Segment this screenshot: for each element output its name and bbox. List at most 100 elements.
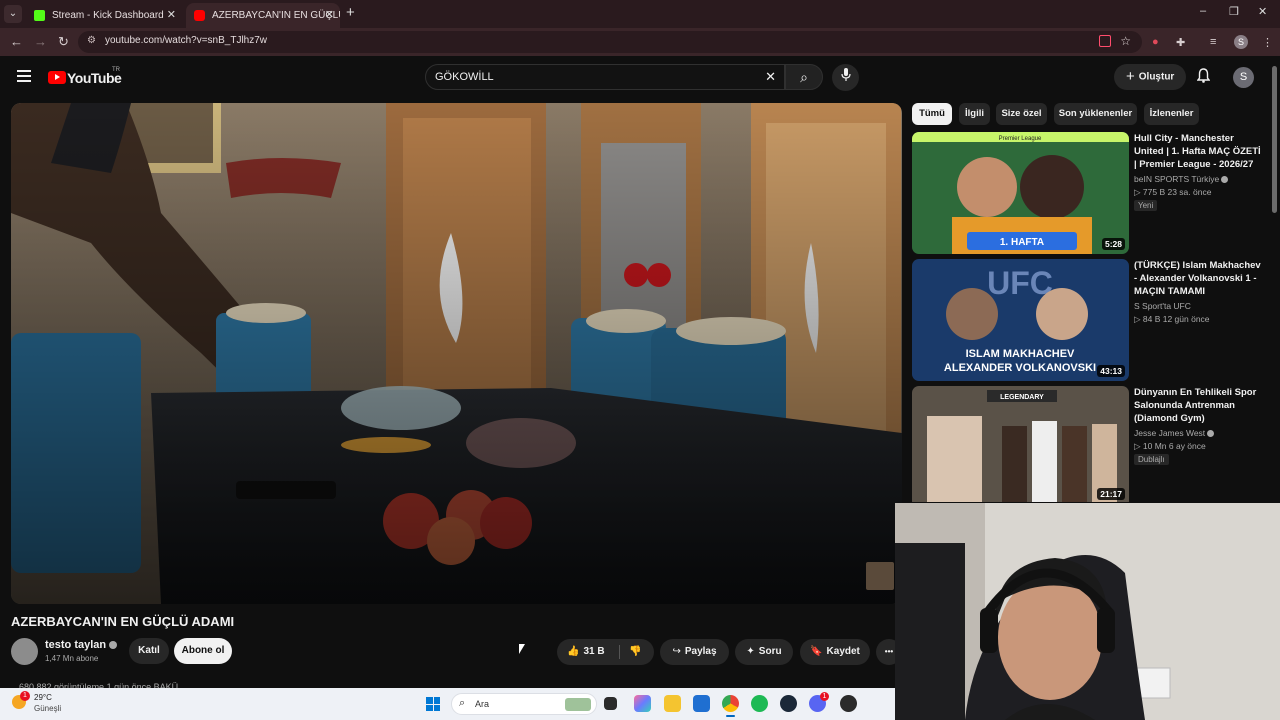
- file-explorer-icon[interactable]: [664, 695, 681, 712]
- tab-youtube-video[interactable]: AZERBAYCAN'IN EN GÜÇLÜ AD ✕: [186, 3, 340, 28]
- rec-meta: ▷ 84 B 12 gün önce: [1134, 314, 1210, 324]
- new-badge: Yeni: [1134, 200, 1158, 211]
- weather-description[interactable]: Güneşli: [34, 704, 61, 713]
- picture-in-picture-icon[interactable]: [1099, 35, 1111, 47]
- recommendation-item[interactable]: UFC ISLAM MAKHACHEV ALEXANDER VOLKANOVSK…: [912, 259, 1272, 381]
- like-divider: [619, 645, 620, 659]
- rec-channel[interactable]: Jesse James West: [1134, 428, 1215, 438]
- search-query[interactable]: GÖKOWİLL: [435, 71, 494, 83]
- microphone-icon: [840, 68, 851, 81]
- chip-all[interactable]: Tümü: [912, 103, 952, 125]
- windows-start-icon[interactable]: [426, 697, 440, 711]
- tab-search-chevron-icon[interactable]: ⌄: [4, 5, 22, 23]
- copilot-icon[interactable]: [634, 695, 651, 712]
- microsoft-store-icon[interactable]: [693, 695, 710, 712]
- tab-title: AZERBAYCAN'IN EN GÜÇLÜ AD: [212, 10, 340, 21]
- browser-menu-icon[interactable]: ⋮: [1262, 36, 1273, 49]
- rec-title[interactable]: (TÜRKÇE) Islam Makhachev - Alexander Vol…: [1134, 259, 1264, 298]
- thumbs-up-icon: 👍: [567, 646, 580, 657]
- spotify-icon[interactable]: [751, 695, 768, 712]
- subscribe-button[interactable]: Abone ol: [174, 638, 232, 664]
- search-input[interactable]: GÖKOWİLL ✕: [425, 64, 785, 90]
- site-info-icon[interactable]: ⚙: [87, 35, 96, 46]
- reload-icon[interactable]: ↻: [58, 34, 69, 50]
- kick-favicon-icon: [34, 10, 45, 21]
- share-button[interactable]: ↪ Paylaş: [660, 639, 729, 665]
- weather-notification-badge: 1: [20, 691, 30, 701]
- extension-icon[interactable]: ●: [1152, 36, 1159, 48]
- chip-watched[interactable]: İzlenenler: [1144, 103, 1199, 125]
- chip-recent[interactable]: Son yüklenenler: [1054, 103, 1137, 125]
- chrome-icon[interactable]: [722, 695, 739, 717]
- new-tab-button[interactable]: +: [346, 4, 355, 21]
- close-tab-icon[interactable]: ✕: [325, 3, 334, 28]
- chip-related[interactable]: İlgili: [959, 103, 990, 125]
- hamburger-menu-icon[interactable]: [17, 70, 31, 85]
- thumb-league-text: Premier League: [999, 136, 1042, 142]
- video-duration: 43:13: [1097, 365, 1125, 377]
- thumb-fighter2-text: ALEXANDER VOLKANOVSKI: [944, 362, 1096, 374]
- verified-check-icon: [1207, 430, 1215, 438]
- mouse-cursor: [519, 644, 525, 654]
- share-arrow-icon: ↪: [672, 646, 681, 657]
- steam-icon[interactable]: [780, 695, 797, 712]
- chip-for-you[interactable]: Size özel: [996, 103, 1047, 125]
- join-button[interactable]: Katıl: [129, 638, 169, 664]
- reading-list-icon[interactable]: ≡: [1210, 36, 1216, 48]
- back-arrow-icon[interactable]: ←: [10, 34, 23, 49]
- video-frame: [11, 103, 902, 604]
- youtube-logo[interactable]: YouTube TR: [48, 67, 122, 87]
- video-duration: 21:17: [1097, 488, 1125, 500]
- thumb-week-text: 1. HAFTA: [1000, 237, 1044, 248]
- rec-title[interactable]: Hull City - Manchester United | 1. Hafta…: [1134, 132, 1264, 171]
- voice-search-button[interactable]: [832, 64, 859, 91]
- thumb-ufc-text: UFC: [987, 265, 1053, 301]
- video-thumbnail[interactable]: LEGENDARY 21:17: [912, 386, 1129, 508]
- restore-button[interactable]: ❐: [1229, 5, 1239, 18]
- extensions-puzzle-icon[interactable]: ✚: [1176, 36, 1185, 49]
- address-bar[interactable]: ⚙ youtube.com/watch?v=snB_TJlhz7w ☆: [78, 31, 1142, 53]
- minimize-button[interactable]: –: [1200, 5, 1206, 17]
- like-button[interactable]: 👍 31 B: [567, 646, 605, 657]
- close-tab-icon[interactable]: ✕: [167, 3, 176, 28]
- channel-avatar[interactable]: [11, 638, 38, 665]
- recommendation-item[interactable]: Premier League 1. HAFTA 5:28 Hull City -…: [912, 132, 1272, 254]
- video-player[interactable]: [11, 103, 902, 604]
- verified-check-icon: [109, 641, 118, 650]
- dubbed-badge: Dublajlı: [1134, 454, 1169, 465]
- discord-badge: 1: [820, 692, 829, 701]
- rec-channel[interactable]: beIN SPORTS Türkiye: [1134, 174, 1229, 184]
- video-thumbnail[interactable]: UFC ISLAM MAKHACHEV ALEXANDER VOLKANOVSK…: [912, 259, 1129, 381]
- notifications-bell-icon[interactable]: [1196, 68, 1211, 86]
- rec-channel[interactable]: S Sport'ta UFC: [1134, 301, 1191, 311]
- task-view-icon[interactable]: [604, 697, 617, 710]
- close-window-button[interactable]: ✕: [1258, 5, 1267, 18]
- search-button[interactable]: ⌕: [785, 64, 823, 90]
- page-scrollbar[interactable]: [1272, 66, 1277, 213]
- weather-temperature[interactable]: 29°C: [34, 693, 52, 702]
- ask-button[interactable]: ✦ Soru: [735, 639, 793, 665]
- url-text[interactable]: youtube.com/watch?v=snB_TJlhz7w: [105, 35, 267, 46]
- windows-taskbar: 1 29°C Güneşli ⌕ Ara 1: [0, 688, 895, 720]
- recommendation-item[interactable]: LEGENDARY 21:17 Dünyanın En Tehlikeli Sp…: [912, 386, 1272, 508]
- profile-avatar[interactable]: S: [1234, 35, 1248, 49]
- account-avatar[interactable]: S: [1233, 67, 1254, 88]
- search-icon: ⌕: [459, 697, 466, 709]
- search-highlight-icon: [565, 698, 591, 711]
- taskbar-search[interactable]: ⌕ Ara: [451, 693, 597, 715]
- thumb-fighter1-text: ISLAM MAKHACHEV: [966, 348, 1075, 360]
- forward-arrow-icon[interactable]: →: [34, 34, 47, 49]
- clear-search-icon[interactable]: ✕: [765, 69, 776, 85]
- obs-icon[interactable]: [840, 695, 857, 712]
- subscriber-count: 1,47 Mn abone: [45, 654, 99, 663]
- channel-name[interactable]: testo taylan: [45, 639, 118, 651]
- rec-title[interactable]: Dünyanın En Tehlikeli Spor Salonunda Ant…: [1134, 386, 1264, 425]
- tab-kick-dashboard[interactable]: Stream - Kick Dashboard ✕: [26, 3, 182, 28]
- video-thumbnail[interactable]: Premier League 1. HAFTA 5:28: [912, 132, 1129, 254]
- create-button[interactable]: + Oluştur: [1114, 64, 1186, 90]
- webcam-overlay: [895, 503, 1280, 720]
- save-button[interactable]: 🔖 Kaydet: [800, 639, 870, 665]
- dislike-button[interactable]: 👎: [629, 639, 641, 665]
- bookmark-star-icon[interactable]: ☆: [1120, 34, 1131, 48]
- tab-title: Stream - Kick Dashboard: [52, 10, 164, 21]
